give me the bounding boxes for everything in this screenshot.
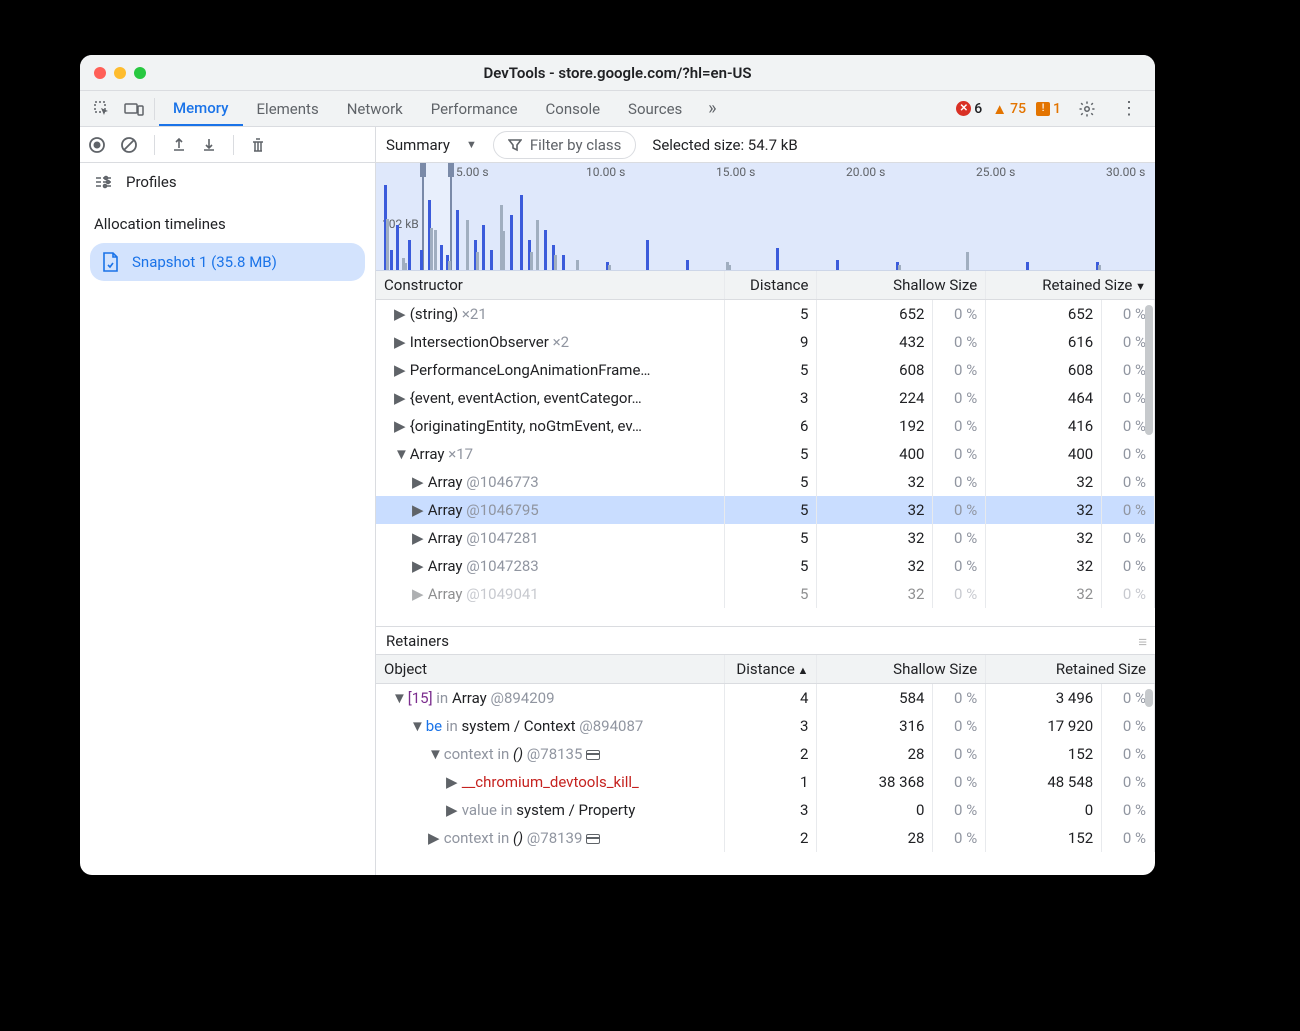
table-row[interactable]: ▶ Array @10467735320 %320 % xyxy=(376,468,1155,496)
constructor-grid[interactable]: Constructor Distance Shallow Size Retain… xyxy=(376,271,1155,627)
table-row[interactable]: ▶ Array @10472835320 %320 % xyxy=(376,552,1155,580)
settings-icon[interactable] xyxy=(1071,100,1103,118)
profile-toolbar xyxy=(80,127,375,163)
timeline-tick: 15.00 s xyxy=(716,165,755,179)
window-title: DevTools - store.google.com/?hl=en-US xyxy=(80,64,1155,82)
clear-icon[interactable] xyxy=(120,136,138,154)
record-icon[interactable] xyxy=(88,136,106,154)
table-row[interactable]: ▶ (string) ×2156520 %6520 % xyxy=(376,300,1155,329)
window-icon xyxy=(586,834,600,844)
main-toolbar: Summary▼ Filter by class Selected size: … xyxy=(376,127,1155,163)
retainers-scrollbar[interactable] xyxy=(1145,689,1153,707)
timeline-tick: 10.00 s xyxy=(586,165,625,179)
retainers-grid[interactable]: Object Distance Shallow Size Retained Si… xyxy=(376,655,1155,875)
profiles-header[interactable]: Profiles xyxy=(80,163,375,201)
retainers-menu-icon[interactable]: ≡ xyxy=(1138,633,1147,651)
table-row[interactable]: ▶ Array @10472815320 %320 % xyxy=(376,524,1155,552)
close-icon[interactable] xyxy=(94,67,106,79)
tab-memory[interactable]: Memory xyxy=(159,91,243,126)
col-retained[interactable]: Retained Size xyxy=(986,271,1155,300)
ret-col-object[interactable]: Object xyxy=(376,655,724,684)
ret-col-retained[interactable]: Retained Size xyxy=(986,655,1155,684)
selected-size-label: Selected size: 54.7 kB xyxy=(652,136,797,154)
inspect-icon[interactable] xyxy=(86,91,118,126)
panel-tabbar: MemoryElementsNetworkPerformanceConsoleS… xyxy=(80,91,1155,127)
zoom-icon[interactable] xyxy=(134,67,146,79)
table-row[interactable]: ▶ Array @10467955320 %320 % xyxy=(376,496,1155,524)
table-row[interactable]: ▼ be in system / Context @89408733160 %1… xyxy=(376,712,1155,740)
snapshot-label: Snapshot 1 (35.8 MB) xyxy=(132,253,277,271)
more-tabs-icon[interactable]: » xyxy=(696,91,728,126)
table-row[interactable]: ▶ IntersectionObserver ×294320 %6160 % xyxy=(376,328,1155,356)
warning-count[interactable]: ▲75 xyxy=(992,100,1026,118)
window-icon xyxy=(586,750,600,760)
devtools-window: DevTools - store.google.com/?hl=en-US Me… xyxy=(80,55,1155,875)
titlebar: DevTools - store.google.com/?hl=en-US xyxy=(80,55,1155,91)
table-row[interactable]: ▶ context in () @781392280 %1520 % xyxy=(376,824,1155,852)
timeline-tick: 20.00 s xyxy=(846,165,885,179)
table-row[interactable]: ▶ value in system / Property300 %00 % xyxy=(376,796,1155,824)
allocation-timeline[interactable]: 5.00 s 10.00 s 15.00 s 20.00 s 25.00 s 30.00 … xyxy=(376,163,1155,271)
kebab-menu-icon[interactable]: ⋮ xyxy=(1113,98,1145,119)
traffic-lights xyxy=(94,67,146,79)
gc-icon[interactable] xyxy=(250,136,266,154)
tab-network[interactable]: Network xyxy=(333,91,417,126)
view-dropdown[interactable]: Summary▼ xyxy=(386,136,477,154)
timeline-tick: 30.00 s xyxy=(1106,165,1145,179)
tab-sources[interactable]: Sources xyxy=(614,91,696,126)
col-constructor[interactable]: Constructor xyxy=(376,271,724,300)
error-count[interactable]: ✕6 xyxy=(956,101,982,117)
table-row[interactable]: ▶ {originatingEntity, noGtmEvent, ev…619… xyxy=(376,412,1155,440)
allocation-timelines-heading: Allocation timelines xyxy=(80,201,375,239)
table-row[interactable]: ▶ Array @10490415320 %320 % xyxy=(376,580,1155,608)
load-icon[interactable] xyxy=(171,137,187,153)
sidebar-item-snapshot[interactable]: Snapshot 1 (35.8 MB) xyxy=(90,243,365,281)
sidebar: Profiles Allocation timelines Snapshot 1… xyxy=(80,127,376,875)
issue-count[interactable]: !1 xyxy=(1036,101,1061,117)
ret-col-distance[interactable]: Distance xyxy=(724,655,817,684)
tab-performance[interactable]: Performance xyxy=(417,91,532,126)
retainers-header: Retainers ≡ xyxy=(376,627,1155,655)
profiles-label: Profiles xyxy=(126,173,177,191)
table-row[interactable]: ▼ [15] in Array @89420945840 %3 4960 % xyxy=(376,684,1155,713)
ret-col-shallow[interactable]: Shallow Size xyxy=(817,655,986,684)
class-filter-input[interactable]: Filter by class xyxy=(493,131,637,159)
main-panel: Summary▼ Filter by class Selected size: … xyxy=(376,127,1155,875)
col-shallow[interactable]: Shallow Size xyxy=(817,271,986,300)
tab-elements[interactable]: Elements xyxy=(243,91,333,126)
table-row[interactable]: ▼ Array ×1754000 %4000 % xyxy=(376,440,1155,468)
timeline-tick: 5.00 s xyxy=(456,165,489,179)
table-row[interactable]: ▶ __chromium_devtools_kill_138 3680 %48 … xyxy=(376,768,1155,796)
device-toggle-icon[interactable] xyxy=(118,91,150,126)
table-row[interactable]: ▼ context in () @781352280 %1520 % xyxy=(376,740,1155,768)
grid-scrollbar[interactable] xyxy=(1145,305,1153,435)
table-row[interactable]: ▶ PerformanceLongAnimationFrame…56080 %6… xyxy=(376,356,1155,384)
col-distance[interactable]: Distance xyxy=(724,271,817,300)
timeline-tick: 25.00 s xyxy=(976,165,1015,179)
table-row[interactable]: ▶ {event, eventAction, eventCategor…3224… xyxy=(376,384,1155,412)
minimize-icon[interactable] xyxy=(114,67,126,79)
tab-console[interactable]: Console xyxy=(532,91,615,126)
save-icon[interactable] xyxy=(201,137,217,153)
